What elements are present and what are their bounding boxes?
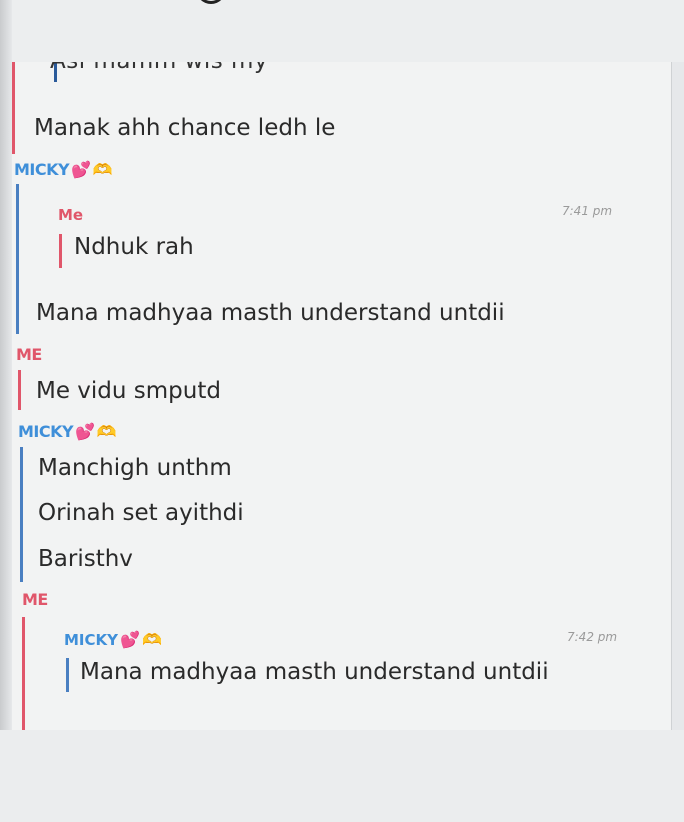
- sender-bar: [22, 617, 25, 730]
- quote-bar: [59, 234, 62, 268]
- sender-bar: [12, 62, 15, 154]
- bottom-area: [0, 730, 684, 822]
- message-timestamp: 7:42 pm: [567, 630, 618, 644]
- quoted-sender-name: Me: [58, 206, 84, 224]
- quoted-message-text[interactable]: Mana madhyaa masth understand untdii: [80, 659, 549, 685]
- message-text[interactable]: Baristhv: [38, 546, 133, 572]
- hands-emoji-icon: 🫶: [96, 422, 117, 441]
- message-text: Asi mamm wis my: [50, 62, 268, 74]
- heart-emoji-icon: 💕: [75, 422, 95, 441]
- quoted-sender-name: MICKY 💕 🫶: [64, 630, 162, 649]
- top-strip: [0, 0, 684, 62]
- sender-name: ME: [22, 590, 48, 609]
- message-text[interactable]: Manchigh unthm: [38, 455, 232, 481]
- message-text[interactable]: Orinah set ayithdi: [38, 500, 244, 526]
- hands-emoji-icon: 🫶: [141, 630, 162, 649]
- chat-panel[interactable]: Asi mamm wis my Manak ahh chance ledh le…: [12, 62, 672, 730]
- sender-name: MICKY 💕 🫶: [14, 160, 112, 179]
- message-text[interactable]: Manak ahh chance ledh le: [34, 115, 335, 141]
- quoted-message-text[interactable]: Ndhuk rah: [74, 234, 194, 260]
- sender-name: MICKY 💕 🫶: [18, 422, 116, 441]
- sender-bar: [18, 370, 21, 410]
- sender-bar: [20, 447, 23, 582]
- hands-emoji-icon: 🫶: [92, 160, 113, 179]
- sender-bar: [16, 184, 19, 334]
- message-timestamp: 7:41 pm: [562, 204, 613, 218]
- sender-name: ME: [16, 345, 42, 364]
- top-partial-icon: [196, 0, 226, 4]
- heart-emoji-icon: 💕: [71, 160, 91, 179]
- heart-emoji-icon: 💕: [120, 630, 140, 649]
- message-text[interactable]: Mana madhyaa masth understand untdii: [36, 300, 505, 326]
- quote-bar: [66, 658, 69, 692]
- message-text[interactable]: Me vidu smputd: [36, 378, 221, 404]
- window-edge-shadow: [0, 0, 12, 822]
